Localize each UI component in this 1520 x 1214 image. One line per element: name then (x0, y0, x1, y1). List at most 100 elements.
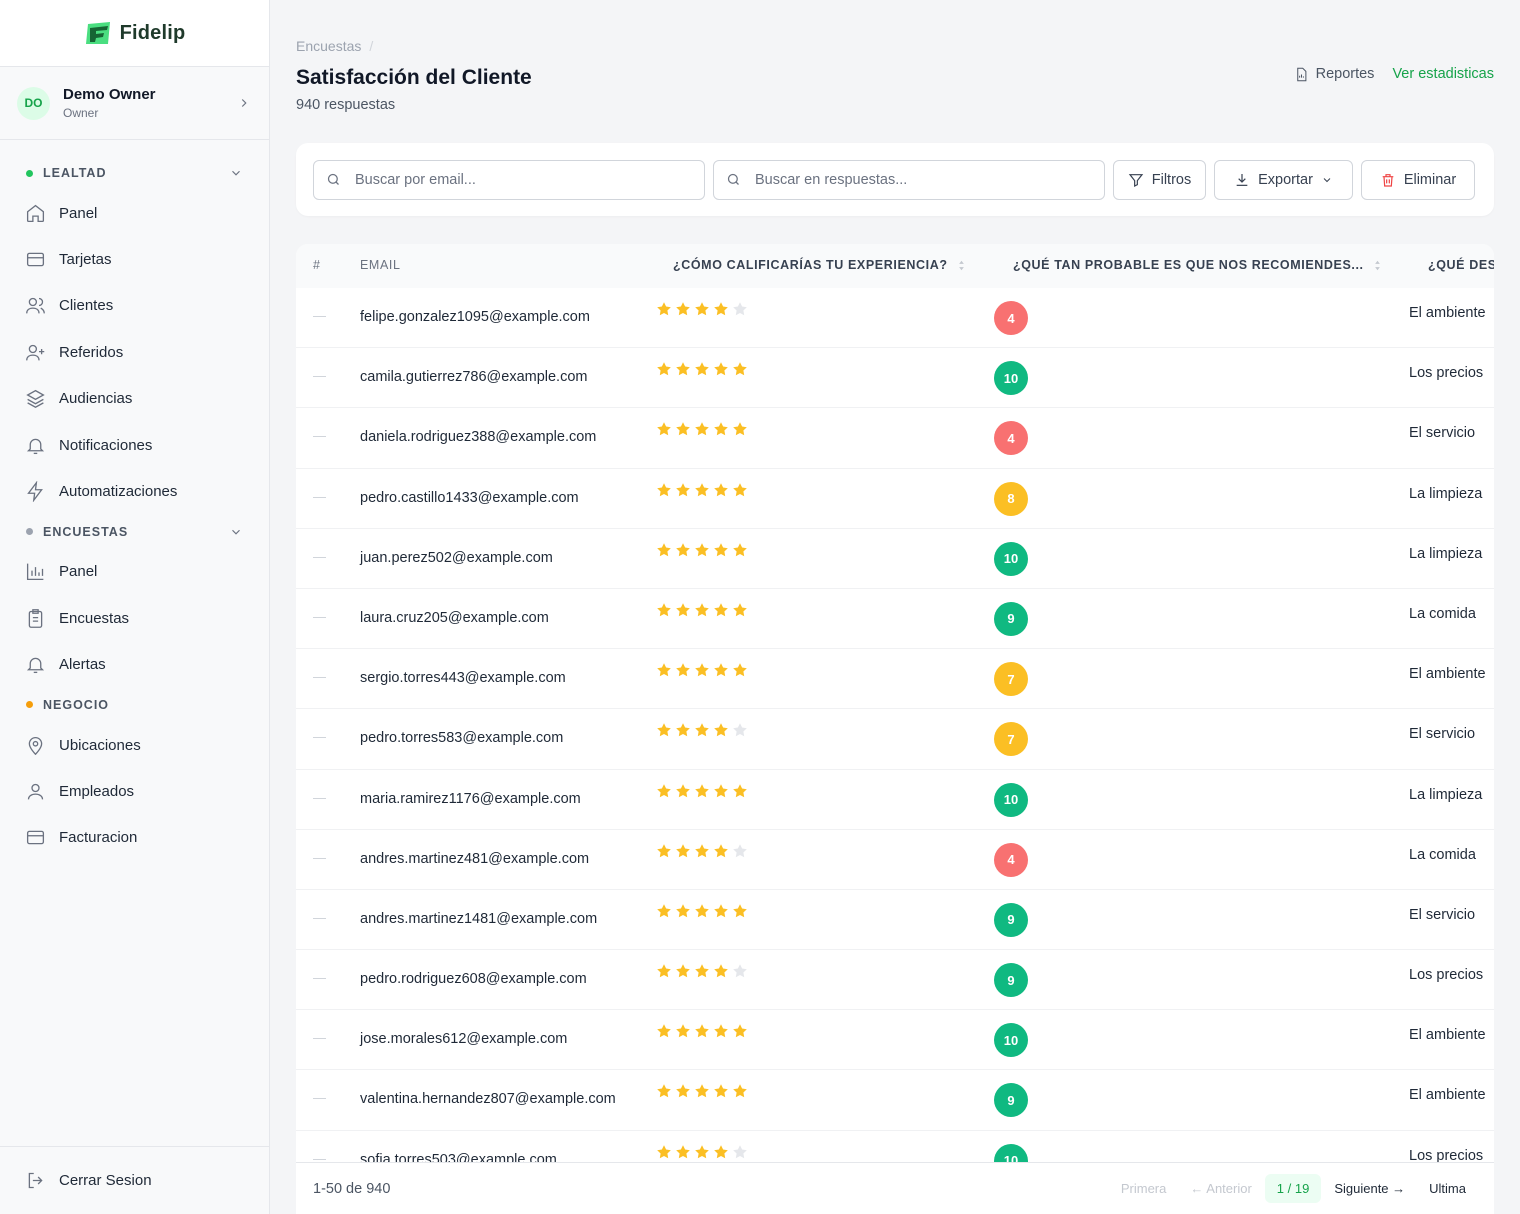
prev-page-button[interactable]: ← Anterior (1179, 1175, 1262, 1202)
star-icon (733, 964, 747, 978)
table-row[interactable]: laura.cruz205@example.com 9 La comida (296, 589, 1494, 650)
star-icon (695, 783, 709, 797)
nps-score-badge: 9 (994, 1083, 1028, 1118)
next-page-button[interactable]: Siguiente → (1323, 1175, 1416, 1202)
sidebar-item-label: Encuestas (59, 609, 130, 627)
layers-icon (26, 390, 45, 409)
response-count: 940 respuestas (296, 97, 396, 113)
filters-button[interactable]: Filtros (1113, 159, 1206, 200)
sidebar-item-alertas[interactable]: Alertas (0, 642, 269, 688)
table-row[interactable]: pedro.castillo1433@example.com 8 La limpie… (296, 469, 1494, 529)
star-icon (714, 422, 728, 436)
card-icon (26, 252, 45, 267)
file-icon (1296, 67, 1306, 81)
sidebar-item-label: Ubicaciones (59, 736, 141, 754)
row-email: valentina.hernandez807@example.com (360, 1091, 616, 1108)
sidebar-item-panel[interactable]: Panel (0, 190, 269, 236)
sidebar-item-clientes[interactable]: Clientes (0, 283, 269, 329)
table-row[interactable]: camila.gutierrez786@example.com 10 Los pre… (296, 348, 1494, 409)
star-icon (676, 1084, 690, 1098)
sidebar-item-empleados[interactable]: Empleados (0, 768, 269, 814)
row-answer: La limpieza (1409, 485, 1483, 502)
row-answer: Los precios (1409, 1147, 1484, 1162)
star-icon (695, 1144, 709, 1158)
logout-button[interactable]: Cerrar Sesion (0, 1146, 269, 1214)
row-number-placeholder (313, 616, 326, 618)
table-row[interactable]: felipe.gonzalez1095@example.com 4 El ambie… (296, 288, 1494, 349)
star-icon (676, 843, 690, 857)
first-page-button[interactable]: Primera (1110, 1175, 1178, 1202)
sidebar-item-referidos[interactable]: Referidos (0, 329, 269, 375)
table-row[interactable]: sofia.torres503@example.com 10 Los precios (296, 1131, 1494, 1162)
column-header-experience[interactable]: ¿CÓMO CALIFICARÍAS TU EXPERIENCIA? (673, 258, 966, 272)
section-encuestas[interactable]: ENCUESTAS (0, 515, 269, 549)
row-email: pedro.torres583@example.com (360, 730, 564, 747)
table-header: # EMAIL ¿CÓMO CALIFICARÍAS TU EXPERIENCI… (296, 244, 1494, 288)
pagination: 1-50 de 940 Primera ← Anterior 1 / 19 Si… (296, 1162, 1494, 1214)
star-rating (656, 783, 748, 799)
table-row[interactable]: pedro.rodriguez608@example.com 9 Los preci… (296, 950, 1494, 1011)
table-row[interactable]: pedro.torres583@example.com 7 El servicio (296, 709, 1494, 770)
logo[interactable]: Fidelip (0, 0, 269, 67)
star-rating (656, 963, 748, 979)
table-row[interactable]: jose.morales612@example.com 10 El ambiente (296, 1010, 1494, 1071)
reports-link[interactable]: Reportes (1294, 66, 1374, 82)
search-email-input[interactable]: Buscar por email... (313, 159, 705, 200)
column-header-recommend[interactable]: ¿QUÉ TAN PROBABLE ES QUE NOS RECOMIENDES… (1013, 258, 1382, 272)
nps-score-badge: 10 (994, 361, 1028, 396)
table-row[interactable]: valentina.hernandez807@example.com 9 El am… (296, 1070, 1494, 1131)
star-icon (714, 964, 728, 978)
row-number-placeholder (313, 316, 326, 317)
table-row[interactable]: juan.perez502@example.com 10 La limpieza (296, 529, 1494, 589)
sidebar-item-audiencias[interactable]: Audiencias (0, 376, 269, 422)
delete-button[interactable]: Eliminar (1361, 159, 1475, 200)
star-icon (733, 603, 747, 617)
sidebar-item-panel-encuestas[interactable]: Panel (0, 549, 269, 595)
section-label: LEALTAD (43, 166, 107, 180)
star-icon (657, 603, 671, 617)
section-lealtad[interactable]: LEALTAD (0, 156, 269, 190)
star-rating (656, 1023, 748, 1039)
row-answer: Los precios (1409, 365, 1484, 382)
bell-icon (26, 658, 45, 674)
last-page-button[interactable]: Ultima (1418, 1175, 1477, 1202)
star-rating (656, 421, 748, 437)
star-rating (656, 903, 748, 919)
star-icon (714, 843, 728, 857)
star-icon (657, 1024, 671, 1038)
section-dot (26, 701, 33, 709)
export-button[interactable]: Exportar (1214, 159, 1353, 200)
user-card[interactable]: DO Demo Owner Owner (0, 67, 269, 140)
sidebar-item-tarjetas[interactable]: Tarjetas (0, 236, 269, 282)
row-answer: El ambiente (1409, 666, 1486, 683)
row-answer: El ambiente (1409, 1027, 1486, 1044)
star-rating (656, 1083, 748, 1099)
sidebar-item-notificaciones[interactable]: Notificaciones (0, 422, 269, 468)
export-label: Exportar (1258, 171, 1313, 188)
table-row[interactable]: andres.martinez1481@example.com 9 El servi… (296, 890, 1494, 951)
star-icon (676, 1024, 690, 1038)
sidebar-item-facturacion[interactable]: Facturacion (0, 815, 269, 861)
row-answer: El servicio (1409, 425, 1476, 442)
breadcrumb-link[interactable]: Encuestas (296, 38, 361, 54)
row-email: jose.morales612@example.com (360, 1031, 568, 1048)
section-dot (26, 169, 33, 177)
sidebar-item-automatizaciones[interactable]: Automatizaciones (0, 468, 269, 514)
table-row[interactable]: sergio.torres443@example.com 7 El ambiente (296, 649, 1494, 710)
sidebar-item-ubicaciones[interactable]: Ubicaciones (0, 722, 269, 768)
search-answers-input[interactable]: Buscar en respuestas... (713, 159, 1105, 200)
row-answer: La comida (1409, 605, 1476, 622)
search-email-placeholder: Buscar por email... (355, 171, 476, 188)
star-icon (676, 1144, 690, 1158)
star-icon (695, 603, 709, 617)
star-rating (656, 662, 748, 678)
sidebar: Fidelip DO Demo Owner Owner LEALTAD Pane… (0, 0, 270, 1214)
sidebar-item-encuestas[interactable]: Encuestas (0, 595, 269, 641)
table-row[interactable]: daniela.rodriguez388@example.com 4 El serv… (296, 408, 1494, 469)
stats-link[interactable]: Ver estadisticas (1392, 66, 1494, 82)
row-email: felipe.gonzalez1095@example.com (360, 309, 590, 325)
column-header-next-question[interactable]: ¿QUÉ DES (1428, 258, 1494, 272)
table-row[interactable]: andres.martinez481@example.com 4 La comida (296, 830, 1494, 890)
star-icon (733, 362, 747, 376)
table-row[interactable]: maria.ramirez1176@example.com 10 La limpie… (296, 770, 1494, 830)
